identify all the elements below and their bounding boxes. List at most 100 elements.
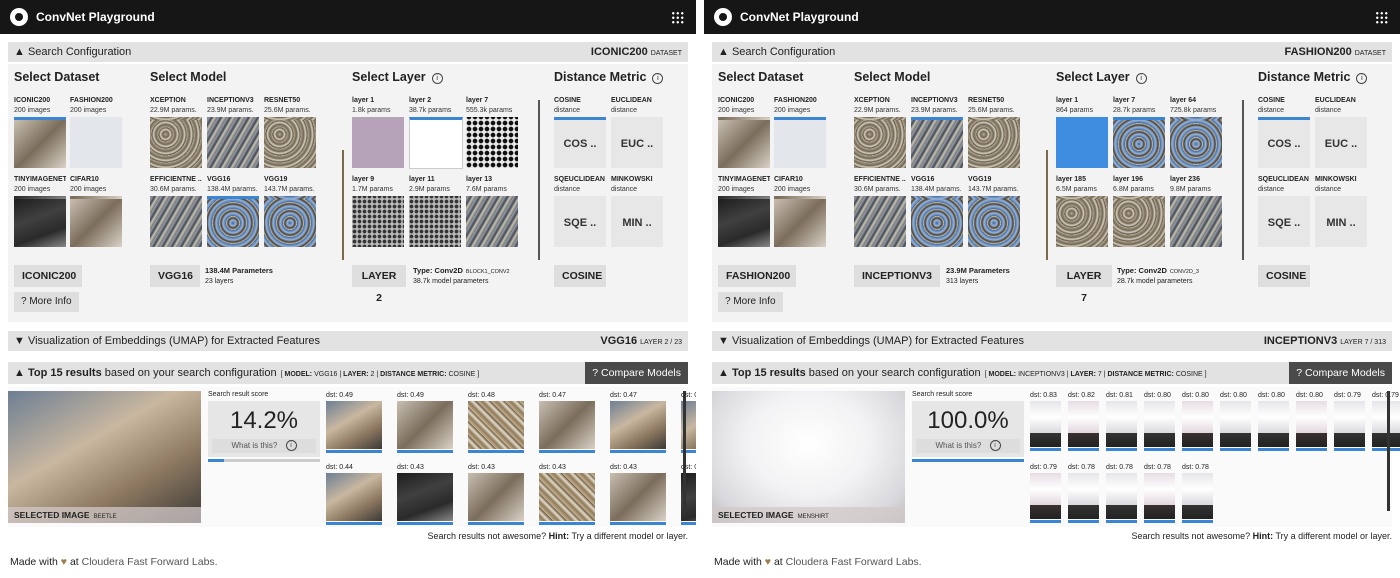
model-card-inceptionv3[interactable]: INCEPTIONV3 23.9M params. (207, 96, 259, 168)
model-card-efficientnet[interactable]: EFFICIENTNE .. 30.6M params. (854, 175, 906, 247)
model-card-inceptionv3[interactable]: INCEPTIONV3 23.9M params. (911, 96, 963, 168)
layer-card[interactable]: layer 9 1.7M params (352, 175, 404, 247)
result-item[interactable]: dst: 0.79 (1372, 391, 1400, 451)
dataset-card-iconic200[interactable]: ICONIC200 200 images (718, 96, 770, 168)
dataset-card-tinyimagenet[interactable]: TINYIMAGENET 200 images (14, 175, 66, 247)
app-grid-menu-icon[interactable] (1375, 11, 1388, 24)
layer-card[interactable]: layer 7 555.3k params (466, 96, 518, 168)
metric-card-minkowski[interactable]: MINKOWSKI distance MIN .. (1315, 175, 1367, 247)
selected-dataset-button[interactable]: ICONIC200 (14, 265, 82, 287)
result-item[interactable]: dst: 0.82 (1068, 391, 1099, 451)
info-icon[interactable]: i (431, 73, 443, 84)
layer-card[interactable]: layer 7 28.7k params (1113, 96, 1165, 168)
dataset-card-iconic200[interactable]: ICONIC200 200 images (14, 96, 66, 168)
more-info-button[interactable]: ? More Info (14, 292, 79, 312)
metric-card-sqeuclidean[interactable]: SQEUCLIDEAN distance SQE .. (1258, 175, 1310, 247)
selected-layer-button[interactable]: LAYER 7 (1056, 265, 1112, 304)
results-scrollbar[interactable] (683, 391, 686, 511)
result-item[interactable]: dst: 0.80 (1220, 391, 1251, 451)
result-item[interactable]: dst: 0.78 (1068, 463, 1099, 523)
result-item[interactable]: dst: 0.80 (1144, 391, 1175, 451)
selected-model-button[interactable]: INCEPTIONV3 (854, 265, 940, 287)
collapse-down-icon: ▼ (718, 335, 732, 347)
result-item[interactable]: dst: 0.79 (1030, 463, 1061, 523)
result-item[interactable]: dst: 0.47 (539, 391, 595, 453)
result-score-bar (1182, 448, 1213, 451)
model-card-vgg16[interactable]: VGG16 138.4M params. (207, 175, 259, 247)
layer-card[interactable]: layer 185 6.5M params (1056, 175, 1108, 247)
result-item[interactable]: dst: 0.43 (397, 463, 453, 525)
metric-card-minkowski[interactable]: MINKOWSKI distance MIN .. (611, 175, 663, 247)
result-item[interactable]: dst: 0.81 (1106, 391, 1137, 451)
layer-card[interactable]: layer 1 864 params (1056, 96, 1108, 168)
results-scrollbar[interactable] (1387, 391, 1390, 511)
model-card-vgg19[interactable]: VGG19 143.7M params. (264, 175, 316, 247)
search-config-bar[interactable]: ▲ Search Configuration FASHION200 DATASET (712, 42, 1392, 62)
more-info-button[interactable]: ? More Info (718, 292, 783, 312)
dataset-card-tinyimagenet[interactable]: TINYIMAGENET 200 images (718, 175, 770, 247)
metric-card-euclidean[interactable]: EUCLIDEAN distance EUC .. (611, 96, 663, 168)
dataset-card-cifar10[interactable]: CIFAR10 200 images (774, 175, 826, 247)
result-item[interactable]: dst: 0.43 (610, 463, 666, 525)
search-config-bar[interactable]: ▲ Search Configuration ICONIC200 DATASET (8, 42, 688, 62)
result-item[interactable]: dst: 0.78 (1144, 463, 1175, 523)
result-item[interactable]: dst: 0.44 (326, 463, 382, 525)
selected-image[interactable]: SELECTED IMAGE MENSHIRT (712, 391, 905, 523)
result-item[interactable]: dst: 0.78 (1182, 463, 1213, 523)
cloudera-link[interactable]: Cloudera Fast Forward Labs. (786, 556, 922, 568)
result-item[interactable]: dst: 0.78 (1106, 463, 1137, 523)
layer-card[interactable]: layer 11 2.9M params (409, 175, 461, 247)
cloudera-link[interactable]: Cloudera Fast Forward Labs. (82, 556, 218, 568)
selected-metric-button[interactable]: COSINE (554, 265, 606, 287)
app-grid-menu-icon[interactable] (671, 11, 684, 24)
result-item[interactable]: dst: 0.80 (1258, 391, 1289, 451)
result-item[interactable]: dst: 0.80 (1296, 391, 1327, 451)
umap-viz-bar[interactable]: ▼ Visualization of Embeddings (UMAP) for… (8, 331, 688, 351)
selected-layer-button[interactable]: LAYER 2 (352, 265, 406, 304)
info-icon[interactable]: i (1135, 73, 1147, 84)
umap-viz-bar[interactable]: ▼ Visualization of Embeddings (UMAP) for… (712, 331, 1392, 351)
model-card-resnet50[interactable]: RESNET50 25.6M params. (968, 96, 1020, 168)
layer-card[interactable]: layer 64 725.8k params (1170, 96, 1222, 168)
dataset-card-cifar10[interactable]: CIFAR10 200 images (70, 175, 122, 247)
metric-card-euclidean[interactable]: EUCLIDEAN distance EUC .. (1315, 96, 1367, 168)
result-item[interactable]: dst: 0.79 (1334, 391, 1365, 451)
what-is-this-button[interactable]: What is this? i (212, 439, 316, 453)
result-item[interactable]: dst: 0.49 (397, 391, 453, 453)
compare-models-button[interactable]: ? Compare Models (585, 362, 688, 384)
model-card-xception[interactable]: XCEPTION 22.9M params. (854, 96, 906, 168)
selected-dataset-button[interactable]: FASHION200 (718, 265, 796, 287)
result-item[interactable]: dst: 0.43 (468, 463, 524, 525)
compare-models-button[interactable]: ? Compare Models (1289, 362, 1392, 384)
what-is-this-button[interactable]: What is this? i (916, 439, 1020, 453)
result-item[interactable]: dst: 0.48 (468, 391, 524, 453)
dataset-count: 200 images (718, 107, 755, 114)
metric-card-cosine[interactable]: COSINE distance COS .. (1258, 96, 1310, 168)
selected-metric-button[interactable]: COSINE (1258, 265, 1310, 287)
result-item[interactable]: dst: 0.47 (610, 391, 666, 453)
model-card-resnet50[interactable]: RESNET50 25.6M params. (264, 96, 316, 168)
selected-model-button[interactable]: VGG16 (150, 265, 200, 287)
metric-card-sqeuclidean[interactable]: SQEUCLIDEAN distance SQE .. (554, 175, 606, 247)
selected-image[interactable]: SELECTED IMAGE BEETLE (8, 391, 201, 523)
result-item[interactable]: dst: 0.83 (1030, 391, 1061, 451)
dataset-card-fashion200[interactable]: FASHION200 200 images (70, 96, 122, 168)
model-card-vgg16[interactable]: VGG16 138.4M params. (911, 175, 963, 247)
dataset-card-fashion200[interactable]: FASHION200 200 images (774, 96, 826, 168)
layer-card[interactable]: layer 2 38.7k params (409, 96, 463, 169)
info-icon[interactable]: i (652, 73, 664, 84)
layer-card[interactable]: layer 13 7.6M params (466, 175, 518, 247)
results-header[interactable]: ▲ Top 15 results based on your search co… (8, 362, 688, 384)
info-icon[interactable]: i (1356, 73, 1368, 84)
result-item[interactable]: dst: 0.43 (539, 463, 595, 525)
model-card-efficientnet[interactable]: EFFICIENTNE .. 30.6M params. (150, 175, 202, 247)
layer-card[interactable]: layer 196 6.8M params (1113, 175, 1165, 247)
layer-card[interactable]: layer 236 9.8M params (1170, 175, 1222, 247)
layer-card[interactable]: layer 1 1.8k params (352, 96, 404, 168)
model-card-vgg19[interactable]: VGG19 143.7M params. (968, 175, 1020, 247)
metric-card-cosine[interactable]: COSINE distance COS .. (554, 96, 606, 168)
results-header[interactable]: ▲ Top 15 results based on your search co… (712, 362, 1392, 384)
result-item[interactable]: dst: 0.49 (326, 391, 382, 453)
result-item[interactable]: dst: 0.80 (1182, 391, 1213, 451)
model-card-xception[interactable]: XCEPTION 22.9M params. (150, 96, 202, 168)
